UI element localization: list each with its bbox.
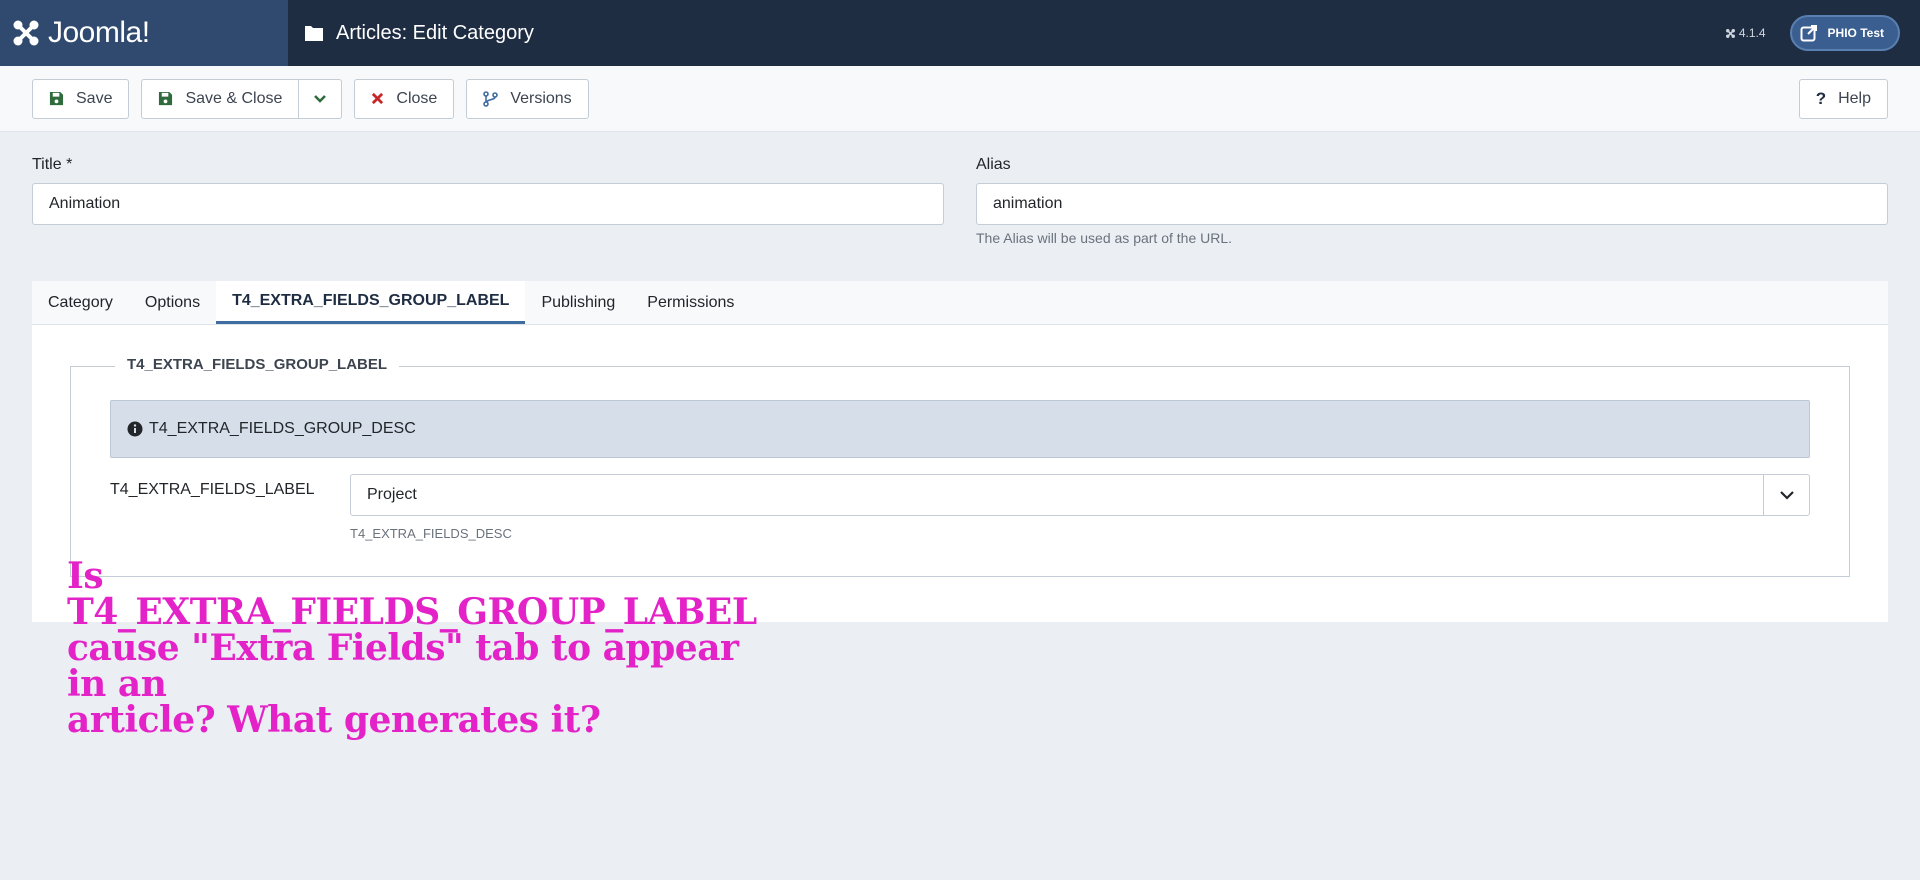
annotation-overlay: Is T4_EXTRA_FIELDS_GROUP_LABEL cause "Ex… (67, 558, 787, 738)
select-hint: T4_EXTRA_FIELDS_DESC (350, 526, 512, 541)
extra-fields-label: T4_EXTRA_FIELDS_LABEL (110, 481, 315, 498)
user-label: PHIO Test (1827, 26, 1884, 40)
version-text: 4.1.4 (1738, 26, 1766, 40)
tab-bar: Category Options T4_EXTRA_FIELDS_GROUP_L… (32, 281, 1888, 325)
save-options-dropdown[interactable] (299, 78, 343, 119)
alert-text: T4_EXTRA_FIELDS_GROUP_DESC (149, 420, 416, 437)
code-branch-icon (483, 90, 499, 107)
annotation-line-3: article? What generates it? (67, 699, 601, 741)
tab-label: T4_EXTRA_FIELDS_GROUP_LABEL (232, 292, 510, 309)
close-icon (372, 92, 384, 105)
extra-fields-fieldset: T4_EXTRA_FIELDS_GROUP_LABEL T4_EXTRA_FIE… (70, 356, 1850, 577)
tab-options[interactable]: Options (128, 281, 217, 324)
logo-text: Joomla! (48, 16, 150, 49)
tab-label: Permissions (647, 293, 735, 311)
save-icon (49, 91, 64, 106)
select-caret[interactable] (1763, 475, 1809, 515)
info-alert: T4_EXTRA_FIELDS_GROUP_DESC (110, 400, 1810, 458)
save-button[interactable]: Save (32, 78, 130, 119)
alias-hint: The Alias will be used as part of the UR… (976, 230, 1233, 246)
versions-label: Versions (510, 89, 572, 107)
help-button[interactable]: ? Help (1798, 78, 1888, 119)
tab-category[interactable]: Category (32, 281, 129, 324)
select-value: Project (367, 486, 417, 503)
tab-label: Publishing (541, 293, 616, 311)
versions-button[interactable]: Versions (466, 78, 589, 119)
title-value: Animation (49, 195, 121, 212)
tab-label: Options (144, 293, 201, 311)
close-label: Close (396, 89, 438, 107)
alias-input[interactable]: animation (976, 183, 1888, 225)
toolbar: Save Save & Close Close Versions ? Help (0, 66, 1920, 132)
annotation-line-1: Is T4_EXTRA_FIELDS_GROUP_LABEL (67, 555, 757, 633)
folder-icon (305, 26, 323, 41)
tab-extra-fields[interactable]: T4_EXTRA_FIELDS_GROUP_LABEL (216, 281, 526, 324)
save-label: Save (76, 89, 113, 107)
save-close-group: Save & Close (141, 78, 343, 119)
help-label: Help (1838, 89, 1871, 107)
chevron-down-icon (314, 94, 327, 103)
external-link-icon (1800, 25, 1817, 42)
view-site-button[interactable]: PHIO Test (1789, 15, 1900, 51)
extra-fields-select[interactable]: Project (350, 474, 1810, 516)
save-close-label: Save & Close (185, 89, 283, 107)
joomla-logo[interactable]: Joomla! (0, 0, 288, 66)
top-header: Joomla! Articles: Edit Category 4.1.4 PH… (0, 0, 1920, 66)
version-badge: 4.1.4 (1725, 26, 1766, 40)
save-icon (159, 91, 173, 106)
question-icon: ? (1815, 88, 1827, 108)
fieldset-legend: T4_EXTRA_FIELDS_GROUP_LABEL (115, 356, 400, 373)
tab-permissions[interactable]: Permissions (631, 281, 751, 324)
chevron-down-icon (1779, 491, 1794, 500)
annotation-line-2: cause "Extra Fields" tab to appear in an (67, 627, 739, 705)
page-title-text: Articles: Edit Category (336, 21, 534, 44)
close-button[interactable]: Close (354, 78, 455, 119)
tab-label: Category (48, 293, 113, 311)
save-close-button[interactable]: Save & Close (141, 78, 300, 119)
joomla-logo-icon (13, 20, 39, 46)
page-title: Articles: Edit Category (304, 22, 534, 45)
title-label: Title * (32, 156, 73, 173)
joomla-small-icon (1725, 28, 1735, 38)
info-circle-icon (127, 421, 143, 437)
title-input[interactable]: Animation (32, 183, 944, 225)
tab-bar-fill (750, 281, 1888, 324)
alias-label: Alias (976, 156, 1011, 173)
tab-publishing[interactable]: Publishing (525, 281, 632, 324)
alias-value: animation (993, 195, 1063, 212)
